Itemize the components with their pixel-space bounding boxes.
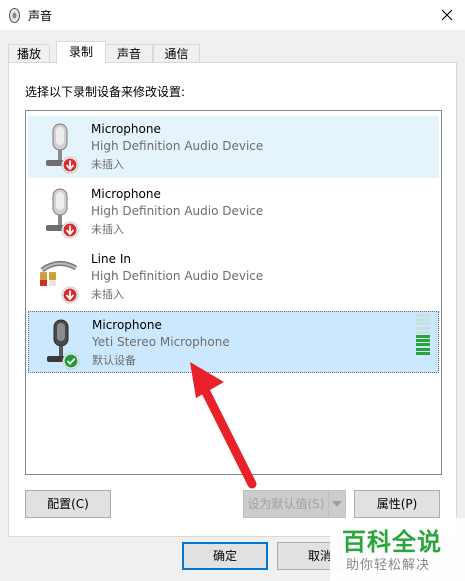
recording-panel: 选择以下录制设备来修改设置: Microphone High Definitio… xyxy=(8,62,457,537)
watermark-logo: 百科全说 助你轻松解决 xyxy=(330,518,465,581)
level-meter-bar xyxy=(416,339,430,343)
device-description: High Definition Audio Device xyxy=(91,139,264,153)
level-meter-bar xyxy=(416,322,430,326)
line-in-cable-icon xyxy=(40,261,79,304)
microphone-icon xyxy=(46,188,79,239)
tab-sounds[interactable]: 声音 xyxy=(105,44,153,63)
chevron-down-icon xyxy=(332,501,342,507)
level-meter-bar xyxy=(416,318,430,322)
properties-button[interactable]: 属性(P) xyxy=(354,490,440,518)
device-list[interactable]: Microphone High Definition Audio Device … xyxy=(25,110,442,475)
device-description: High Definition Audio Device xyxy=(91,269,264,283)
tab-playback[interactable]: 播放 xyxy=(8,44,50,63)
configure-button[interactable]: 配置(C) xyxy=(25,490,111,518)
level-meter-bar xyxy=(416,351,430,355)
instruction-text: 选择以下录制设备来修改设置: xyxy=(25,85,186,99)
watermark-sub-text: 助你轻松解决 xyxy=(346,558,431,573)
device-name: Microphone xyxy=(92,318,162,332)
tab-recording[interactable]: 录制 xyxy=(56,41,106,64)
level-meter-bar xyxy=(416,335,430,338)
level-meter-bar xyxy=(416,330,430,334)
device-item-microphone-1[interactable]: Microphone High Definition Audio Device … xyxy=(28,116,439,178)
level-meter xyxy=(416,314,430,356)
ok-button[interactable]: 确定 xyxy=(182,542,268,570)
close-icon xyxy=(441,9,453,21)
microphone-icon xyxy=(46,123,79,174)
close-button[interactable] xyxy=(429,0,465,30)
tab-communications[interactable]: 通信 xyxy=(153,44,200,63)
level-meter-bar xyxy=(416,347,430,351)
watermark-main-text: 百科全说 xyxy=(342,528,442,556)
window-title: 声音 xyxy=(28,9,53,23)
device-status: 未插入 xyxy=(91,223,124,236)
device-description: High Definition Audio Device xyxy=(91,204,264,218)
device-status: 未插入 xyxy=(91,158,124,171)
level-meter-bar xyxy=(416,326,430,330)
title-bar: 声音 xyxy=(0,0,465,30)
set-default-button: 设为默认值(S) xyxy=(243,490,329,518)
level-meter-bar xyxy=(416,314,430,317)
device-status: 未插入 xyxy=(91,288,124,301)
device-item-microphone-2[interactable]: Microphone High Definition Audio Device … xyxy=(28,181,439,243)
device-name: Line In xyxy=(91,252,131,266)
device-status: 默认设备 xyxy=(92,354,136,367)
device-description: Yeti Stereo Microphone xyxy=(92,335,230,349)
device-item-yeti-microphone[interactable]: Microphone Yeti Stereo Microphone 默认设备 xyxy=(28,311,439,373)
set-default-dropdown xyxy=(328,490,346,518)
level-meter-bar xyxy=(416,343,430,347)
microphone-icon xyxy=(47,319,80,370)
device-name: Microphone xyxy=(91,122,161,136)
device-item-line-in[interactable]: Line In High Definition Audio Device 未插入 xyxy=(28,246,439,308)
speaker-icon xyxy=(9,8,20,23)
device-name: Microphone xyxy=(91,187,161,201)
